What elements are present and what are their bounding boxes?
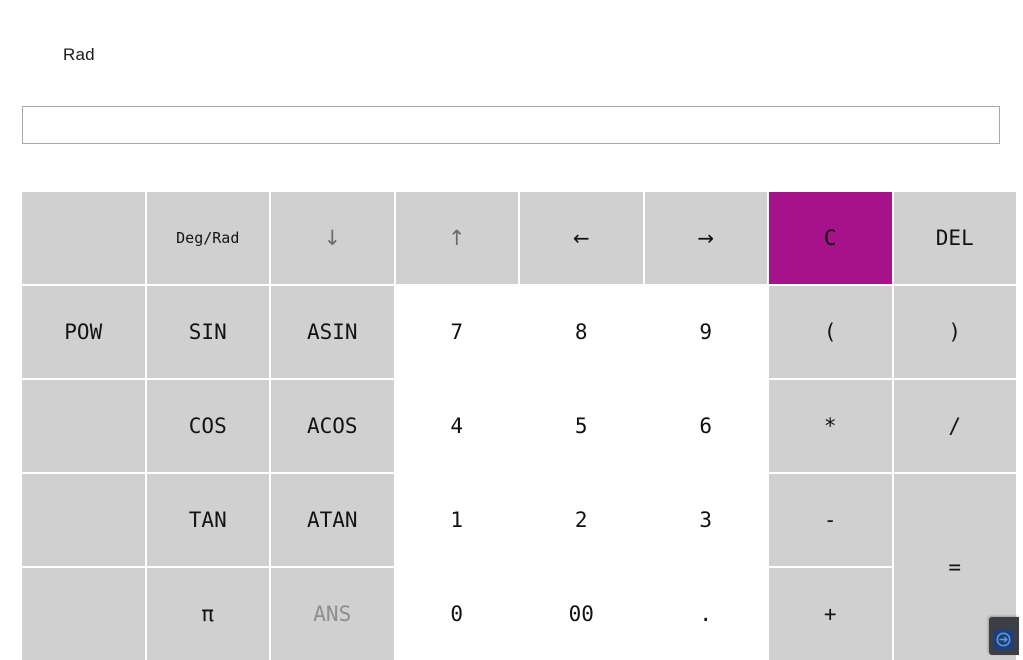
key-label: * [824,414,837,438]
key-label: - [824,508,837,532]
key-up[interactable]: ↑ [396,192,519,284]
key-acos[interactable]: ACOS [271,380,394,472]
key-atan[interactable]: ATAN [271,474,394,566]
key-pi[interactable]: π [147,568,270,660]
key-label: 9 [699,320,712,344]
angle-mode-label: Rad [63,43,95,67]
key-digit-00[interactable]: 00 [520,568,643,660]
key-blank-1 [22,192,145,284]
key-paren-open[interactable]: ( [769,286,892,378]
key-label: 4 [450,414,463,438]
corner-widget[interactable] [989,611,1023,657]
key-label: 2 [575,508,588,532]
key-left[interactable]: ← [520,192,643,284]
key-label: 3 [699,508,712,532]
key-sin[interactable]: SIN [147,286,270,378]
key-digit-5[interactable]: 5 [520,380,643,472]
key-right[interactable]: → [645,192,768,284]
key-label: 5 [575,414,588,438]
key-label: 7 [450,320,463,344]
key-decimal[interactable]: . [645,568,768,660]
key-label: ATAN [307,508,358,532]
key-divide[interactable]: / [894,380,1017,472]
key-digit-4[interactable]: 4 [396,380,519,472]
key-label: 6 [699,414,712,438]
key-multiply[interactable]: * [769,380,892,472]
key-label: COS [189,414,227,438]
key-asin[interactable]: ASIN [271,286,394,378]
key-blank-4 [22,568,145,660]
key-label: ASIN [307,320,358,344]
key-label: 1 [450,508,463,532]
key-label: SIN [189,320,227,344]
key-label: = [948,555,961,579]
key-blank-2 [22,380,145,472]
key-cos[interactable]: COS [147,380,270,472]
key-label: 8 [575,320,588,344]
key-label: ACOS [307,414,358,438]
key-pow[interactable]: POW [22,286,145,378]
key-clear[interactable]: C [769,192,892,284]
key-down[interactable]: ↓ [271,192,394,284]
expression-input[interactable] [22,106,1000,144]
key-digit-0[interactable]: 0 [396,568,519,660]
key-digit-1[interactable]: 1 [396,474,519,566]
key-minus[interactable]: - [769,474,892,566]
key-deg-rad[interactable]: Deg/Rad [147,192,270,284]
arrow-down-icon: ↓ [323,226,341,250]
key-label: TAN [189,508,227,532]
key-label: Deg/Rad [176,229,239,247]
sync-circle-icon[interactable] [993,629,1014,650]
key-label: π [201,602,214,626]
key-digit-8[interactable]: 8 [520,286,643,378]
arrow-right-icon: → [697,226,714,250]
key-label: C [824,226,837,250]
key-label: . [699,602,712,626]
key-label: POW [64,320,102,344]
key-ans: ANS [271,568,394,660]
key-label: ) [948,320,961,344]
key-digit-3[interactable]: 3 [645,474,768,566]
key-label: ANS [313,602,351,626]
widget-shell [989,617,1019,655]
key-label: 00 [569,602,594,626]
key-digit-6[interactable]: 6 [645,380,768,472]
arrow-left-icon: ← [573,226,590,250]
key-tan[interactable]: TAN [147,474,270,566]
key-label: + [824,602,837,626]
key-label: DEL [936,226,974,250]
key-digit-9[interactable]: 9 [645,286,768,378]
display-container [22,106,1000,144]
key-plus[interactable]: + [769,568,892,660]
key-paren-close[interactable]: ) [894,286,1017,378]
calculator-keypad: Deg/Rad ↓ ↑ ← → C DEL POW SIN ASIN 7 8 9 () COS ACOS 4 5 6… [22,192,1022,660]
key-label: 0 [450,602,463,626]
key-label: ( [824,320,837,344]
key-digit-2[interactable]: 2 [520,474,643,566]
key-label: / [948,414,961,438]
key-blank-3 [22,474,145,566]
key-delete[interactable]: DEL [894,192,1017,284]
key-digit-7[interactable]: 7 [396,286,519,378]
arrow-up-icon: ↑ [448,226,466,250]
